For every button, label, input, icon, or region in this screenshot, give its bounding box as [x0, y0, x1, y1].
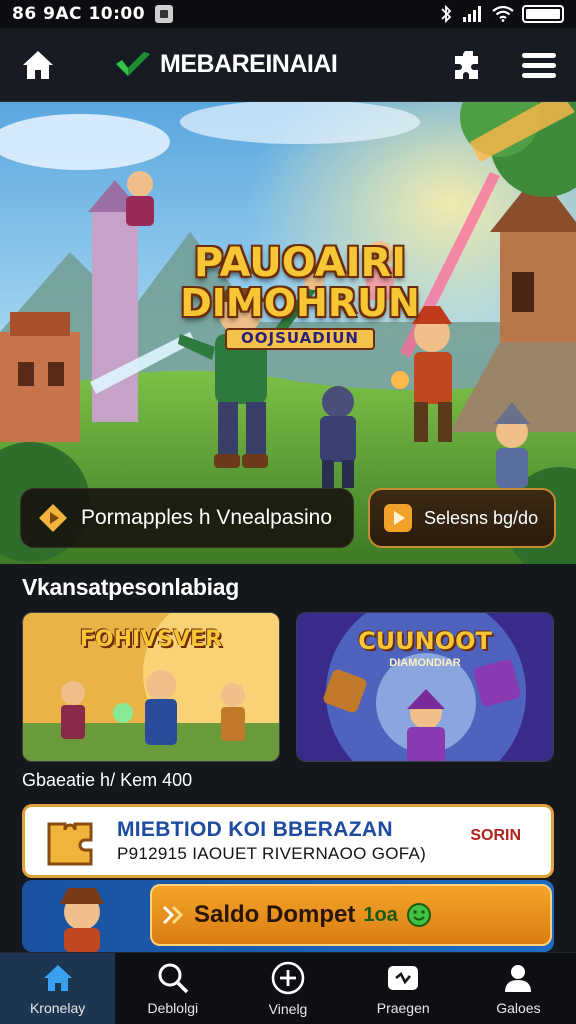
hero-title-line1: PAUOAIRI	[193, 240, 407, 286]
nav-item-profile[interactable]: Galoes	[461, 953, 576, 1024]
bluetooth-icon	[441, 5, 452, 23]
section-caption: Gbaeatie h/ Kem 400	[22, 770, 193, 790]
play-icon	[384, 504, 412, 532]
nav-item-search[interactable]: Deblolgi	[115, 953, 230, 1024]
wallet-icon	[388, 965, 419, 990]
wallet-balance-pill[interactable]: Saldo Dompet 1oa	[150, 884, 552, 946]
promo-banner[interactable]: MIEBTIOD KOI BBERAZAN P912915 IAOUET RIV…	[22, 804, 554, 878]
status-time: 86 9AC 10:00	[12, 4, 146, 24]
play-diamond-icon	[39, 504, 67, 532]
nav-item-label: Vinelg	[268, 1000, 308, 1017]
signal-icon	[463, 6, 481, 22]
search-icon	[158, 963, 189, 993]
nav-item-label: Deblolgi	[147, 999, 199, 1016]
chevron-right-icon	[162, 905, 184, 925]
primary-cta-label: Pormapples h Vnealpasino	[81, 506, 332, 529]
home-icon[interactable]	[20, 48, 56, 82]
promo-banner-text: MIEBTIOD KOI BBERAZAN P912915 IAOUET RIV…	[117, 818, 426, 864]
nav-item-label: Kronelay	[29, 999, 86, 1016]
wallet-balance-bar[interactable]: Saldo Dompet 1oa	[22, 880, 554, 952]
plus-circle-icon	[271, 961, 305, 994]
nav-item-add[interactable]: Vinelg	[230, 953, 345, 1024]
promo-banner-tag: SORIN	[470, 827, 521, 844]
primary-cta-button[interactable]: Pormapples h Vnealpasino	[20, 488, 354, 548]
wallet-balance-value: 1oa	[363, 903, 398, 926]
header-actions	[452, 48, 556, 82]
menu-icon[interactable]	[522, 51, 556, 79]
wallet-balance-label: Saldo Dompet	[194, 901, 356, 928]
bottom-navigation: Kronelay Deblolgi Vinelg Praegen Galoes	[0, 952, 576, 1024]
home-icon	[43, 964, 72, 991]
brand-name: MEBAREINAIAI	[160, 50, 338, 78]
puzzle-icon[interactable]	[452, 48, 486, 82]
nav-item-label: Praegen	[376, 999, 430, 1016]
promo-banner-title: MIEBTIOD KOI BBERAZAN	[117, 818, 393, 841]
app-square-icon	[155, 5, 174, 23]
section-title: Vkansatpesonlabiag	[22, 574, 240, 600]
promo-banner-subtitle: P912915 IAOUET RIVERNAOO GOFA)	[117, 844, 427, 863]
brand[interactable]: MEBAREINAIAI	[114, 50, 338, 80]
status-bar: 86 9AC 10:00	[0, 0, 576, 28]
game-card-title: FOHIVSVER	[79, 627, 223, 652]
wifi-icon	[492, 6, 514, 22]
battery-icon	[522, 5, 564, 23]
game-card-subtitle: DIAMONDIAR	[389, 657, 461, 669]
game-app-screen: 86 9AC 10:00 MEBAREINAIAI PAUOAIRI DIMOH…	[0, 0, 576, 1024]
puzzle-badge-icon	[47, 822, 93, 866]
game-card[interactable]: FOHIVSVER	[22, 612, 280, 762]
nav-item-label: Galoes	[496, 999, 541, 1016]
hero-title-line3: OOJSUADIUN	[225, 327, 375, 350]
hero-game-logo: PAUOAIRI DIMOHRUN OOJSUADIUN	[170, 242, 430, 350]
smile-coin-icon	[406, 903, 431, 927]
nav-item-home[interactable]: Kronelay	[0, 953, 116, 1024]
wallet-character-avatar	[60, 888, 104, 952]
game-card-title: CUUNOOT	[358, 627, 492, 655]
app-header: MEBAREINAIAI	[0, 28, 576, 102]
hero-cta-row: Pormapples h Vnealpasino Selesns bg/do	[20, 488, 556, 548]
user-icon	[505, 964, 532, 992]
status-icons	[438, 5, 564, 23]
nav-item-wallet[interactable]: Praegen	[346, 953, 461, 1024]
secondary-cta-button[interactable]: Selesns bg/do	[368, 488, 556, 548]
game-card[interactable]: CUUNOOT DIAMONDIAR	[296, 612, 554, 762]
logo-check-icon	[116, 51, 150, 76]
game-card-list: FOHIVSVER CUUNOOT DIAMONDIAR	[22, 612, 554, 762]
secondary-cta-label: Selesns bg/do	[424, 507, 539, 528]
hero-title-line2: DIMOHRUN	[180, 281, 420, 325]
